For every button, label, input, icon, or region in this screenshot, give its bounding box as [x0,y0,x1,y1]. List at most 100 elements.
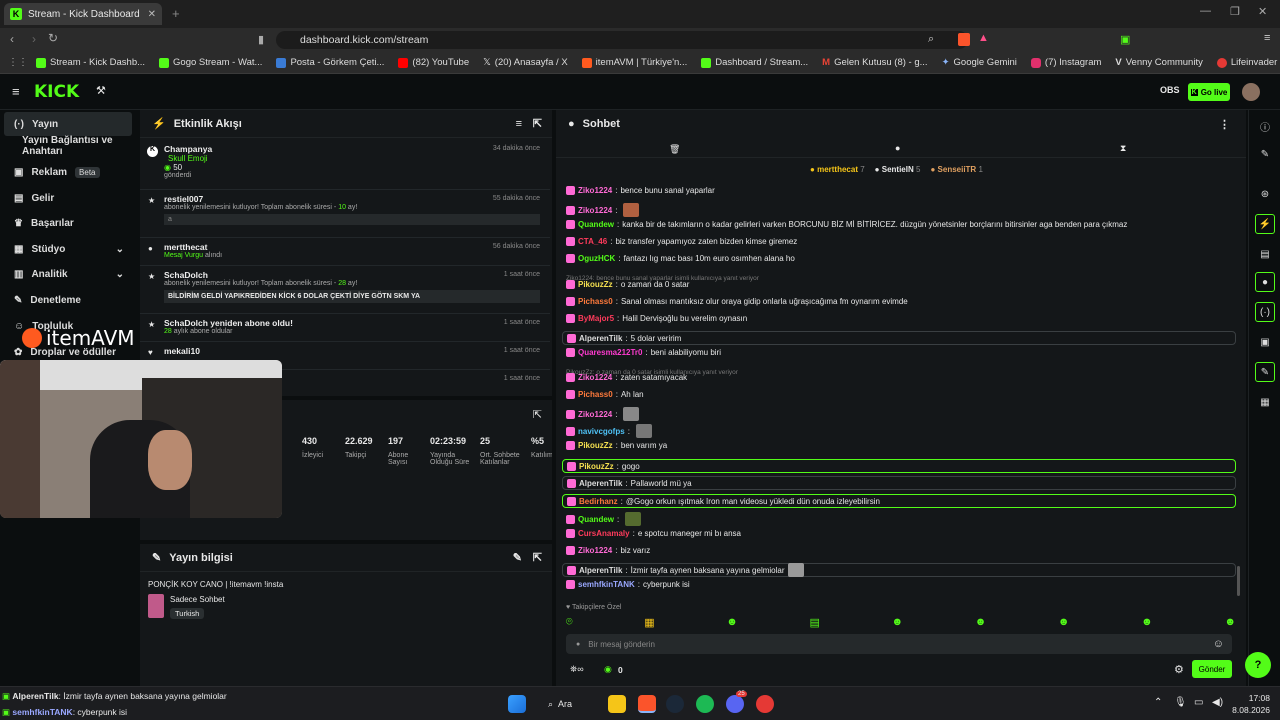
trash-icon[interactable]: 🗑 [669,144,680,155]
sidebar-item-ads[interactable]: ▣ Reklam Beta [4,160,132,184]
bookmark-item[interactable]: V Venny Community [1115,57,1202,68]
emoji-icon[interactable]: ☺ [1213,638,1224,650]
sidebar-item-moderation[interactable]: ✎ Denetleme [4,288,132,312]
chat-message[interactable]: AlperenTilk: İzmir tayfa aynen baksana ya… [562,563,1236,577]
network-icon[interactable]: ▭ [1194,697,1203,708]
chat-username[interactable]: AlperenTilk [579,479,622,488]
extensions-bar-icon[interactable]: ▣ [1120,33,1130,46]
obs-icon[interactable]: OBS [1160,85,1180,95]
chat-message[interactable]: Bedirhanz: @Gogo orkun ışıtmak Iron man v… [562,494,1236,508]
chat-message[interactable]: navivcgofps: [566,424,652,438]
browser-tab[interactable]: K Stream - Kick Dashboard ✕ [4,3,162,25]
chat-message[interactable]: AlperenTilk: Pallaworld mü ya [562,476,1236,490]
chat-message[interactable]: OguzHCK: fantazı lıg mac bası 10m euro os… [566,254,795,263]
emote-icon[interactable]: ☻ [975,616,987,630]
new-tab-icon[interactable]: + [172,6,180,21]
minimize-icon[interactable]: — [1200,5,1211,17]
search-button[interactable]: ⌕ Ara [548,695,572,713]
popout-icon[interactable]: ⇱ [533,117,542,130]
chat-message[interactable]: Quandew: kanka bir de takımların o kadar … [566,220,1127,229]
popout-icon[interactable]: ⇱ [533,408,542,421]
chat-message[interactable]: Ziko1224: [566,407,640,421]
bookmark-item[interactable]: itemAVM | Türkiye'n... [581,57,687,68]
windows-start-icon[interactable] [508,695,526,713]
emote-icon[interactable]: ▤ [809,616,819,630]
chat-settings-icon[interactable]: ▣ [1255,332,1275,352]
bolt-icon[interactable]: ⚡ [1255,214,1275,234]
emote-icon[interactable]: ☻ [1058,616,1070,630]
sidebar-item-yayin[interactable]: (·) Yayın [4,112,132,136]
chat-username[interactable]: Ziko1224 [578,546,612,555]
chat-username[interactable]: semhfkinTANK [578,580,635,589]
bookmark-item[interactable]: (82) YouTube [398,57,469,68]
menu-icon[interactable]: ≡ [1264,32,1270,44]
chat-message[interactable]: semhfkinTANK: cyberpunk isi [566,580,690,589]
chat-message[interactable]: Ziko1224: biz varız [566,546,650,555]
chat-input[interactable]: ● Bir mesaj gönderin ☺ [566,634,1232,654]
help-icon[interactable]: ? [1245,652,1271,678]
bookmark-item[interactable]: 𝕏 (20) Anasayfa / X [483,57,568,68]
reload-icon[interactable]: ↻ [48,31,58,45]
bookmark-item[interactable]: Lifeinvader - VennyV [1216,57,1280,68]
app-icon[interactable] [756,695,774,713]
chat-message[interactable]: Ziko1224: [566,203,640,217]
emote-icon[interactable]: ☻ [1141,616,1153,630]
edit-icon[interactable]: ✎ [513,551,522,564]
clock[interactable]: 17:08 8.08.2026 [1230,692,1270,716]
url-bar[interactable]: dashboard.kick.com/stream [276,31,968,49]
document-icon[interactable]: ▤ [1255,244,1275,264]
avatar[interactable] [1242,83,1260,101]
chat-username[interactable]: Ziko1224 [578,186,612,195]
zoom-icon[interactable]: ⌕ [928,33,934,46]
go-live-button[interactable]: K Go live [1188,83,1230,101]
chat-username[interactable]: Ziko1224 [578,206,612,215]
chat-username[interactable]: OguzHCK [578,254,615,263]
chat-username[interactable]: AlperenTilk [579,334,622,343]
apps-icon[interactable]: ⋮⋮ [8,57,28,68]
chat-message[interactable]: PikouzZz: o zaman da 0 satar [566,280,689,289]
discord-icon[interactable] [726,695,744,713]
chat-message[interactable]: Ziko1224: bence bunu sanal yaparlar [566,186,715,195]
chat-message[interactable]: ByMajor5: Halil Dervişoğlu bu verelim oyn… [566,314,747,323]
chevron-up-icon[interactable]: ⌃ [1154,697,1162,708]
volume-icon[interactable]: ◀) [1212,697,1223,708]
broadcast-icon[interactable]: (·) [1255,302,1275,322]
chat-message[interactable]: PikouzZz: ben varım ya [566,441,667,450]
chat-username[interactable]: CTA_46 [578,237,607,246]
chat-username[interactable]: PikouzZz [578,280,613,289]
brave-icon[interactable] [638,695,656,713]
wrench-icon[interactable]: ✎ [1255,362,1275,382]
emote-icon[interactable]: ☻ [892,616,904,630]
sidebar-item-stream-key[interactable]: Yayın Bağlantısı ve Anahtarı [4,134,132,158]
hamburger-icon[interactable]: ≡ [12,84,20,99]
close-window-icon[interactable]: ✕ [1258,5,1267,18]
send-button[interactable]: Gönder [1192,660,1232,678]
bookmark-item[interactable]: (7) Instagram [1030,57,1101,68]
chat-username[interactable]: Quandew [578,220,614,229]
extension-icon[interactable]: ▲ [978,32,989,44]
chat-username[interactable]: Bedirhanz [579,497,618,506]
grid-icon[interactable]: ▦ [1255,392,1275,412]
chat-username[interactable]: CursAnamaly [578,529,630,538]
back-icon[interactable]: ‹ [10,32,14,46]
emote-icon[interactable]: ▦ [644,616,654,630]
scrollbar[interactable] [1237,566,1240,596]
chat-message[interactable]: Quaresma212Tr0: beni alabiliyomu biri [566,348,721,357]
forward-icon[interactable]: › [32,32,36,46]
emote-icon[interactable]: ☻ [726,616,738,630]
chat-message[interactable]: Pichass0: Sanal olması mantıksız olur ora… [566,297,908,306]
info-icon[interactable]: ⓘ [1255,116,1275,136]
chat-username[interactable]: PikouzZz [579,462,614,471]
pin-icon[interactable]: ⚒ [96,84,106,97]
file-explorer-icon[interactable] [608,695,626,713]
chat-message[interactable]: CursAnamaly: e spotcu maneger mi bı ansa [566,529,741,538]
chat-message[interactable]: Ziko1224: zaten satamıyacak [566,373,687,382]
chat-username[interactable]: Pichass0 [578,297,613,306]
edit-icon[interactable]: ✎ [1255,144,1275,164]
hourglass-icon[interactable]: ⧗ [1120,143,1126,154]
bookmark-item[interactable]: Posta - Görkem Çeti... [276,57,384,68]
emote-icon[interactable]: ☻ [1224,616,1236,630]
sidebar-item-analytics[interactable]: ▥ Analitik ⌄ [4,262,132,286]
spotify-icon[interactable] [696,695,714,713]
chat-icon[interactable]: ● [1255,272,1275,292]
